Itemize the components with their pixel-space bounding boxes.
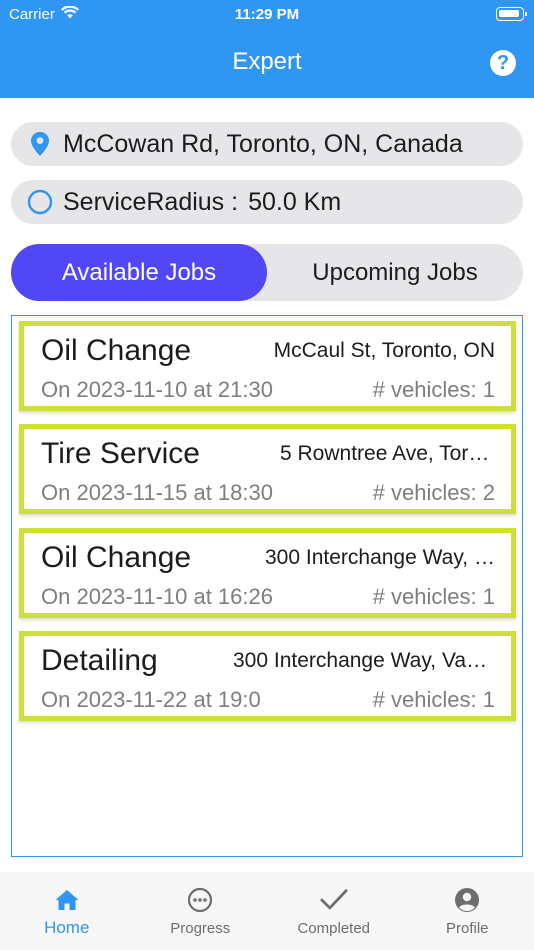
job-card[interactable]: Detailing 300 Interchange Way, Vaughan O…	[19, 631, 516, 721]
page-title: Expert	[232, 48, 302, 75]
tab-upcoming-jobs[interactable]: Upcoming Jobs	[267, 244, 523, 301]
nav-home[interactable]: Home	[0, 872, 134, 950]
job-vehicles: # vehicles: 1	[372, 584, 495, 609]
nav-progress[interactable]: Progress	[134, 872, 268, 950]
radius-text: ServiceRadius : 50.0 Km	[63, 188, 341, 217]
job-title: Oil Change	[41, 334, 192, 367]
job-list[interactable]: Oil Change McCaul St, Toronto, ON On 202…	[11, 315, 523, 857]
radius-value: 50.0 Km	[248, 187, 342, 216]
job-card[interactable]: Tire Service 5 Rowntree Ave, Toronto On …	[19, 424, 516, 514]
job-vehicles: # vehicles: 2	[372, 480, 495, 505]
more-circle-icon	[186, 886, 214, 914]
job-date: On 2023-11-22 at 19:0	[41, 687, 261, 712]
job-title: Detailing	[41, 644, 158, 677]
job-title: Tire Service	[41, 437, 200, 470]
job-card[interactable]: Oil Change 300 Interchange Way, Vaughan …	[19, 528, 516, 618]
job-date: On 2023-11-10 at 16:26	[41, 584, 273, 609]
profile-icon	[453, 886, 481, 914]
job-address: 300 Interchange Way, Vaughan	[265, 546, 495, 569]
circle-outline-icon	[27, 189, 53, 215]
radius-label: ServiceRadius :	[63, 187, 239, 216]
app-header: Carrier 11:29 PM Expert ?	[0, 0, 534, 98]
job-address: 5 Rowntree Ave, Toronto	[280, 442, 495, 465]
job-card[interactable]: Oil Change McCaul St, Toronto, ON On 202…	[19, 321, 516, 411]
job-title: Oil Change	[41, 541, 192, 574]
location-field[interactable]: McCowan Rd, Toronto, ON, Canada	[11, 122, 523, 166]
battery-icon	[496, 7, 527, 21]
nav-profile-label: Profile	[445, 920, 489, 937]
question-circle-icon[interactable]: ?	[490, 50, 516, 76]
job-address: McCaul St, Toronto, ON	[273, 339, 495, 362]
nav-home-label: Home	[44, 918, 90, 937]
job-vehicles: # vehicles: 1	[372, 377, 495, 402]
nav-profile[interactable]: Profile	[401, 872, 534, 950]
job-date: On 2023-11-10 at 21:30	[41, 377, 273, 402]
map-pin-icon	[27, 131, 53, 157]
home-icon	[53, 886, 81, 914]
service-radius-field[interactable]: ServiceRadius : 50.0 Km	[11, 180, 523, 224]
checkmark-icon	[320, 886, 348, 914]
status-time: 11:29 PM	[234, 6, 300, 23]
nav-progress-label: Progress	[170, 920, 231, 937]
job-vehicles: # vehicles: 1	[372, 687, 495, 712]
job-date: On 2023-11-15 at 18:30	[41, 480, 273, 505]
location-text: McCowan Rd, Toronto, ON, Canada	[63, 129, 463, 158]
nav-completed-label: Completed	[297, 920, 371, 937]
tab-available-jobs[interactable]: Available Jobs	[11, 244, 267, 301]
job-address: 300 Interchange Way, Vaughan	[233, 649, 495, 672]
bottom-nav: Home Progress Completed Profile	[0, 872, 534, 950]
status-bar: Carrier 11:29 PM	[0, 0, 534, 30]
job-tabs: Available Jobs Upcoming Jobs	[11, 244, 523, 301]
nav-completed[interactable]: Completed	[267, 872, 401, 950]
